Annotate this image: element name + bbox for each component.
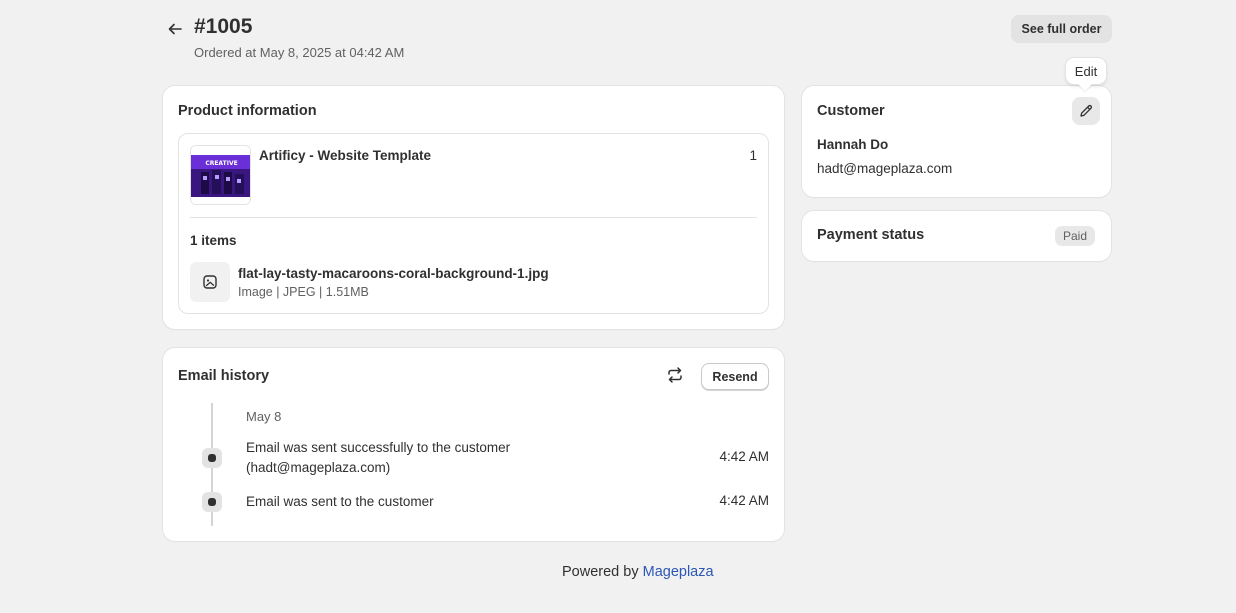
- footer-prefix: Powered by: [562, 564, 639, 580]
- product-box: CREATIVE Artificy - Website Template 1 1…: [178, 133, 769, 314]
- timeline-event-time: 4:42 AM: [719, 449, 769, 464]
- pencil-icon: [1080, 104, 1093, 117]
- timeline-dot: [202, 492, 222, 512]
- customer-card: Customer Hannah Do hadt@mageplaza.com: [802, 86, 1111, 197]
- product-card-title: Product information: [178, 103, 317, 119]
- timeline-dot: [202, 448, 222, 468]
- order-detail-page: #1005 Ordered at May 8, 2025 at 04:42 AM…: [0, 0, 1236, 613]
- refresh-button[interactable]: [663, 363, 687, 387]
- items-count: 1 items: [190, 233, 237, 248]
- footer: Powered by Mageplaza: [562, 564, 714, 580]
- edit-customer-button[interactable]: [1072, 97, 1100, 125]
- divider: [190, 217, 757, 218]
- edit-tooltip: Edit: [1066, 58, 1106, 84]
- image-file-icon: [203, 275, 217, 289]
- customer-card-title: Customer: [817, 103, 885, 119]
- mageplaza-link[interactable]: Mageplaza: [643, 564, 714, 580]
- customer-name[interactable]: Hannah Do: [817, 137, 888, 152]
- product-quantity: 1: [749, 148, 757, 163]
- see-full-order-button[interactable]: See full order: [1011, 15, 1112, 43]
- email-history-title: Email history: [178, 368, 270, 384]
- back-button[interactable]: [163, 17, 187, 41]
- email-history-card: Email history Resend May 8 Email was sen…: [163, 348, 784, 541]
- timeline-date: May 8: [246, 409, 282, 424]
- file-meta: Image | JPEG | 1.51MB: [238, 285, 369, 299]
- payment-card-title: Payment status: [817, 227, 925, 243]
- customer-email[interactable]: hadt@mageplaza.com: [817, 161, 952, 176]
- payment-status-card: Payment status Paid: [802, 211, 1111, 261]
- order-date: Ordered at May 8, 2025 at 04:42 AM: [194, 45, 405, 60]
- product-information-card: Product information CREATIVE Artificy - …: [163, 86, 784, 329]
- arrow-left-icon: [168, 23, 182, 35]
- resend-button[interactable]: Resend: [701, 363, 769, 390]
- file-name[interactable]: flat-lay-tasty-macaroons-coral-backgroun…: [238, 266, 549, 281]
- timeline-event-text: Email was sent to the customer: [246, 494, 434, 509]
- product-thumbnail-image: CREATIVE: [191, 146, 250, 204]
- timeline-event-text: Email was sent successfully to the custo…: [246, 440, 511, 475]
- thumbnail-text: CREATIVE: [205, 160, 237, 167]
- product-thumbnail[interactable]: CREATIVE: [190, 145, 251, 205]
- page-title: #1005: [194, 15, 253, 38]
- product-name[interactable]: Artificy - Website Template: [259, 148, 431, 163]
- file-thumbnail: [190, 262, 230, 302]
- refresh-icon: [668, 367, 682, 383]
- timeline-event-time: 4:42 AM: [719, 493, 769, 508]
- payment-status-badge: Paid: [1055, 226, 1096, 246]
